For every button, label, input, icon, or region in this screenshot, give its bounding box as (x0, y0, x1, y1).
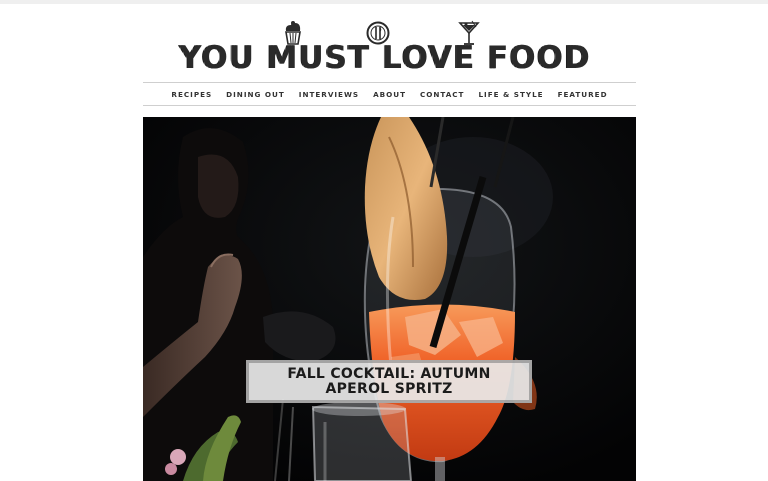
nav-item-interviews[interactable]: INTERVIEWS (292, 90, 366, 99)
browser-top-strip (0, 0, 768, 4)
nav-item-featured[interactable]: FEATURED (551, 90, 615, 99)
cocktail-photo (143, 117, 636, 481)
nav-item-about[interactable]: ABOUT (366, 90, 413, 99)
nav-item-life-style[interactable]: LIFE & STYLE (471, 90, 550, 99)
featured-post-caption[interactable]: FALL COCKTAIL: AUTUMN APEROL SPRITZ (246, 360, 532, 403)
nav-item-recipes[interactable]: RECIPES (164, 90, 219, 99)
site-logo[interactable]: YOU MUST LOVE FOOD (0, 40, 768, 76)
main-nav: RECIPES DINING OUT INTERVIEWS ABOUT CONT… (143, 82, 636, 106)
nav-item-dining-out[interactable]: DINING OUT (219, 90, 292, 99)
site-title: YOU MUST LOVE FOOD (178, 40, 590, 76)
nav-item-contact[interactable]: CONTACT (413, 90, 471, 99)
featured-post-image[interactable]: FALL COCKTAIL: AUTUMN APEROL SPRITZ (143, 117, 636, 481)
featured-post-title[interactable]: FALL COCKTAIL: AUTUMN APEROL SPRITZ (249, 366, 529, 397)
